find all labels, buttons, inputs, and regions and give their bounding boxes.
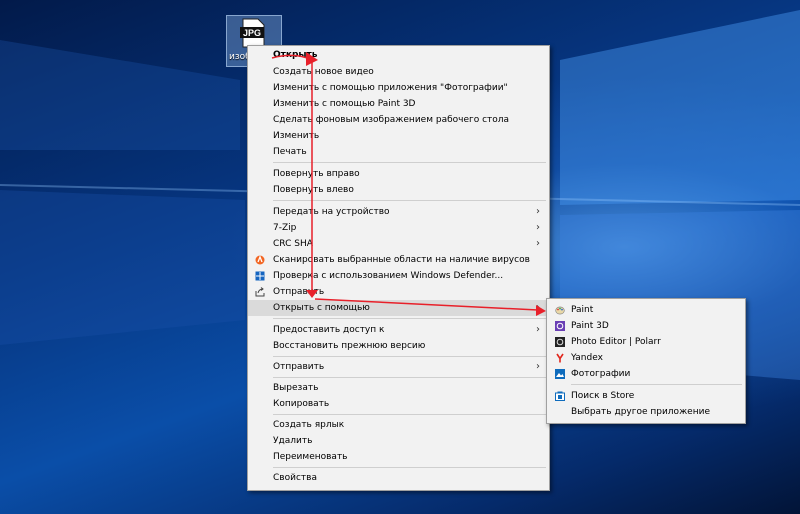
submenu-item-search-store[interactable]: Поиск в Store	[547, 388, 745, 404]
menu-item-send-to[interactable]: Отправить ›	[248, 359, 549, 375]
menu-item-create-video[interactable]: Создать новое видео	[248, 64, 549, 80]
chevron-right-icon: ›	[536, 324, 540, 335]
menu-separator	[273, 318, 546, 319]
menu-item-give-access[interactable]: Предоставить доступ к ›	[248, 322, 549, 338]
store-icon	[555, 391, 565, 401]
submenu-item-paint3d[interactable]: Paint 3D	[547, 318, 745, 334]
submenu-item-polarr[interactable]: Photo Editor | Polarr	[547, 334, 745, 350]
chevron-right-icon: ›	[536, 238, 540, 249]
menu-item-edit[interactable]: Изменить	[248, 128, 549, 144]
share-icon	[255, 287, 265, 297]
menu-item-rotate-right[interactable]: Повернуть вправо	[248, 166, 549, 182]
menu-item-cast-to-device[interactable]: Передать на устройство ›	[248, 204, 549, 220]
menu-item-restore-version[interactable]: Восстановить прежнюю версию	[248, 338, 549, 354]
chevron-right-icon: ›	[536, 222, 540, 233]
submenu-item-yandex[interactable]: Yandex	[547, 350, 745, 366]
jpg-file-icon: JPG	[240, 18, 265, 48]
menu-item-set-wallpaper[interactable]: Сделать фоновым изображением рабочего ст…	[248, 112, 549, 128]
photos-icon	[555, 369, 565, 379]
paint-icon	[555, 306, 565, 315]
submenu-item-photos[interactable]: Фотографии	[547, 366, 745, 382]
context-menu: Открыть Создать новое видео Изменить с п…	[247, 45, 550, 491]
menu-item-edit-photos[interactable]: Изменить с помощью приложения "Фотографи…	[248, 80, 549, 96]
menu-item-scan-virus[interactable]: Сканировать выбранные области на наличие…	[248, 252, 549, 268]
menu-item-open-with[interactable]: Открыть с помощью ›	[248, 300, 549, 316]
menu-item-crc-sha[interactable]: CRC SHA ›	[248, 236, 549, 252]
menu-item-open[interactable]: Открыть	[248, 47, 549, 63]
menu-separator	[273, 414, 546, 415]
jpg-badge-text: JPG	[243, 28, 261, 38]
submenu-item-choose-other-app[interactable]: Выбрать другое приложение	[547, 404, 745, 420]
menu-item-7zip[interactable]: 7-Zip ›	[248, 220, 549, 236]
menu-separator	[273, 200, 546, 201]
menu-item-delete[interactable]: Удалить	[248, 433, 549, 449]
menu-item-print[interactable]: Печать	[248, 144, 549, 160]
chevron-right-icon: ›	[536, 206, 540, 217]
menu-item-properties[interactable]: Свойства	[248, 470, 549, 486]
menu-separator	[273, 356, 546, 357]
menu-separator	[273, 467, 546, 468]
menu-separator	[273, 377, 546, 378]
polarr-icon	[555, 337, 565, 347]
menu-item-share[interactable]: Отправить	[248, 284, 549, 300]
menu-item-create-shortcut[interactable]: Создать ярлык	[248, 417, 549, 433]
menu-item-windows-defender[interactable]: Проверка с использованием Windows Defend…	[248, 268, 549, 284]
avast-icon	[255, 255, 265, 265]
yandex-icon	[556, 353, 564, 363]
menu-item-rotate-left[interactable]: Повернуть влево	[248, 182, 549, 198]
menu-item-edit-paint3d[interactable]: Изменить с помощью Paint 3D	[248, 96, 549, 112]
menu-item-rename[interactable]: Переименовать	[248, 449, 549, 465]
open-with-submenu: Paint Paint 3D Photo Editor | Polarr Yan…	[546, 298, 746, 424]
submenu-item-paint[interactable]: Paint	[547, 302, 745, 318]
chevron-right-icon: ›	[536, 361, 540, 372]
menu-item-copy[interactable]: Копировать	[248, 396, 549, 412]
menu-separator	[571, 384, 742, 385]
menu-separator	[273, 162, 546, 163]
defender-shield-icon	[255, 271, 265, 281]
menu-item-cut[interactable]: Вырезать	[248, 380, 549, 396]
chevron-right-icon: ›	[536, 302, 540, 313]
paint3d-icon	[555, 321, 565, 331]
